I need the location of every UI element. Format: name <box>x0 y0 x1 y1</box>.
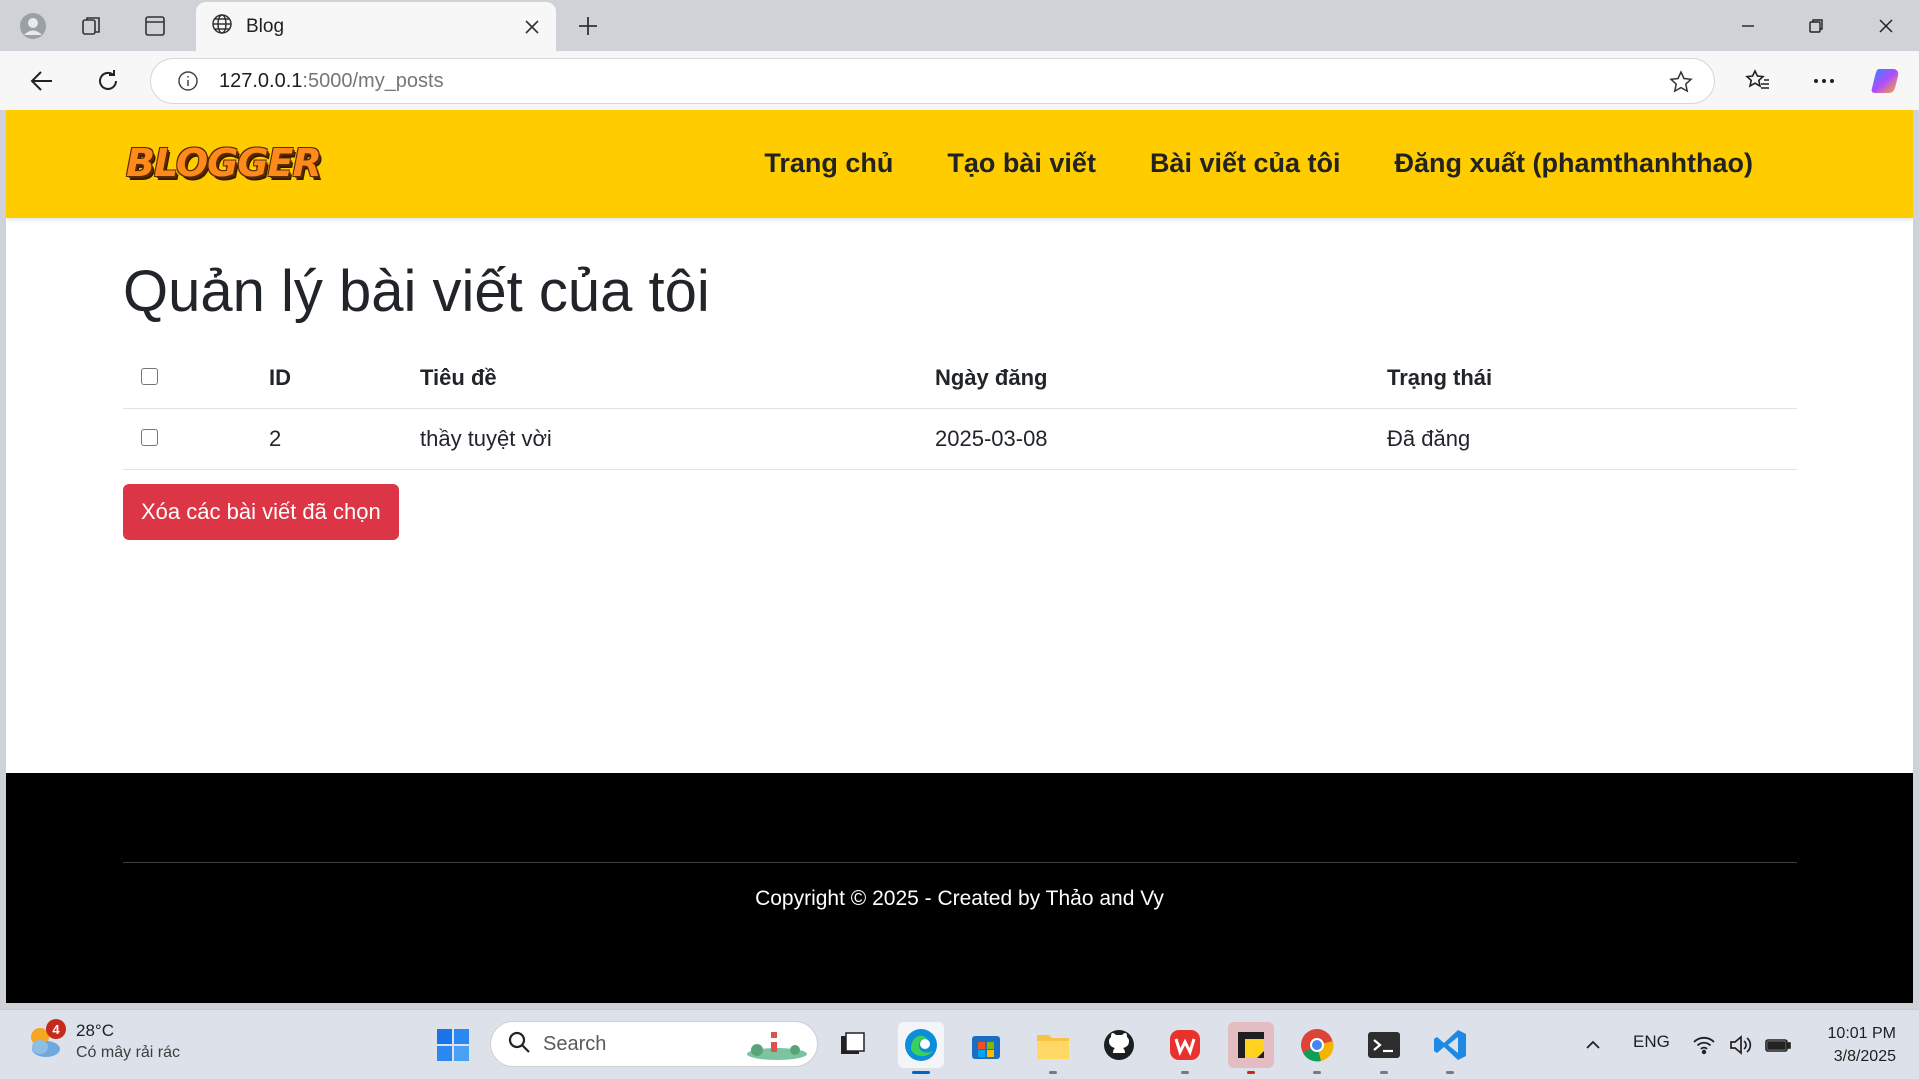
clock-date: 3/8/2025 <box>1833 1048 1896 1065</box>
globe-icon <box>210 12 234 41</box>
vertical-tabs-icon[interactable] <box>139 10 171 42</box>
url-host: 127.0.0.1 <box>219 69 303 92</box>
weather-temp: 28°C <box>76 1021 114 1040</box>
new-tab-icon[interactable] <box>572 10 604 42</box>
profile-icon[interactable] <box>17 10 49 42</box>
nav-link-create-post[interactable]: Tạo bài viết <box>947 148 1096 179</box>
browser-tab-bar: Blog <box>0 0 1919 51</box>
row-checkbox[interactable] <box>141 429 158 446</box>
active-tab[interactable]: Blog <box>196 2 556 51</box>
delete-selected-button[interactable]: Xóa các bài viết đã chọn <box>123 484 399 540</box>
system-clock[interactable]: 10:01 PM 3/8/2025 <box>1816 1022 1896 1068</box>
restore-icon[interactable] <box>1788 6 1844 46</box>
cell-id: 2 <box>269 426 282 451</box>
search-icon <box>507 1030 531 1059</box>
weather-widget[interactable]: 4 28°C Có mây rải rác <box>24 1019 181 1064</box>
task-view-icon[interactable] <box>830 1022 876 1068</box>
microsoft-store-icon[interactable] <box>963 1022 1009 1068</box>
posts-table: ID Tiêu đề Ngày đăng Trạng thái 2 thầy t… <box>123 348 1797 470</box>
chrome-icon[interactable] <box>1294 1022 1340 1074</box>
sticky-notes-icon[interactable] <box>1228 1022 1274 1074</box>
vscode-icon[interactable] <box>1427 1022 1473 1074</box>
wifi-icon[interactable] <box>1684 1022 1724 1068</box>
file-explorer-icon[interactable] <box>1030 1022 1076 1074</box>
github-desktop-icon[interactable] <box>1096 1022 1142 1068</box>
weather-badge: 4 <box>46 1019 66 1039</box>
table-row: 2 thầy tuyệt vời 2025-03-08 Đã đăng <box>123 409 1797 470</box>
nav-link-home[interactable]: Trang chủ <box>764 148 893 179</box>
footer-divider <box>123 862 1797 863</box>
refresh-icon[interactable] <box>88 61 128 101</box>
nav-link-my-posts[interactable]: Bài viết của tôi <box>1150 148 1341 179</box>
tab-title: Blog <box>246 15 285 37</box>
minimize-icon[interactable] <box>1720 6 1776 46</box>
close-window-icon[interactable] <box>1858 6 1914 46</box>
back-arrow-icon[interactable] <box>22 61 62 101</box>
url-text[interactable]: 127.0.0.1:5000/my_posts <box>219 70 444 93</box>
cell-date: 2025-03-08 <box>935 426 1048 451</box>
cell-status: Đã đăng <box>1387 426 1471 451</box>
language-indicator[interactable]: ENG <box>1633 1032 1670 1052</box>
main-menu: Trang chủ Tạo bài viết Bài viết của tôi … <box>764 148 1753 179</box>
volume-icon[interactable] <box>1720 1022 1760 1068</box>
site-info-icon[interactable] <box>173 66 203 96</box>
address-bar[interactable]: 127.0.0.1:5000/my_posts <box>150 58 1715 104</box>
partly-cloudy-icon: 4 <box>24 1019 66 1063</box>
taskbar: 4 28°C Có mây rải rác Search ENG 10:01 P… <box>0 1009 1919 1079</box>
url-path: :5000/my_posts <box>302 69 444 92</box>
search-highlight-icon <box>737 1024 807 1065</box>
more-options-icon[interactable] <box>1804 61 1844 101</box>
wps-office-icon[interactable] <box>1162 1022 1208 1074</box>
windows-start-icon[interactable] <box>430 1022 476 1068</box>
column-header-id: ID <box>269 365 291 390</box>
search-label: Search <box>543 1032 607 1055</box>
clock-time: 10:01 PM <box>1827 1025 1896 1042</box>
footer-copyright: Copyright © 2025 - Created by Thảo and V… <box>755 887 1164 910</box>
cell-title: thầy tuyệt vời <box>420 426 552 451</box>
select-all-checkbox[interactable] <box>141 368 158 385</box>
terminal-icon[interactable] <box>1361 1022 1407 1074</box>
close-tab-icon[interactable] <box>516 11 548 43</box>
column-header-status: Trạng thái <box>1387 365 1493 390</box>
logo-text: BLOGGER <box>126 141 322 185</box>
edge-app-icon[interactable] <box>898 1022 944 1074</box>
weather-condition: Có mây rải rác <box>76 1044 181 1061</box>
column-header-date: Ngày đăng <box>935 365 1048 390</box>
site-navbar: BLOGGER Trang chủ Tạo bài viết Bài viết … <box>6 110 1913 218</box>
page-title: Quản lý bài viết của tôi <box>123 259 710 324</box>
column-header-title: Tiêu đề <box>420 365 497 390</box>
favorite-star-icon[interactable] <box>1666 67 1696 97</box>
battery-icon[interactable] <box>1758 1022 1798 1068</box>
copilot-icon[interactable] <box>1866 61 1906 101</box>
show-hidden-icons-chevron-up-icon[interactable] <box>1570 1022 1616 1068</box>
blogger-logo[interactable]: BLOGGER <box>126 134 326 192</box>
workspaces-icon[interactable] <box>76 10 108 42</box>
browser-toolbar: 127.0.0.1:5000/my_posts <box>0 51 1919 110</box>
web-page: BLOGGER Trang chủ Tạo bài viết Bài viết … <box>6 110 1913 1003</box>
taskbar-search[interactable]: Search <box>490 1021 818 1067</box>
nav-link-logout[interactable]: Đăng xuất (phamthanhthao) <box>1395 148 1754 179</box>
favorites-icon[interactable] <box>1738 61 1778 101</box>
site-footer: Copyright © 2025 - Created by Thảo and V… <box>6 773 1913 1003</box>
table-header-row: ID Tiêu đề Ngày đăng Trạng thái <box>123 348 1797 409</box>
